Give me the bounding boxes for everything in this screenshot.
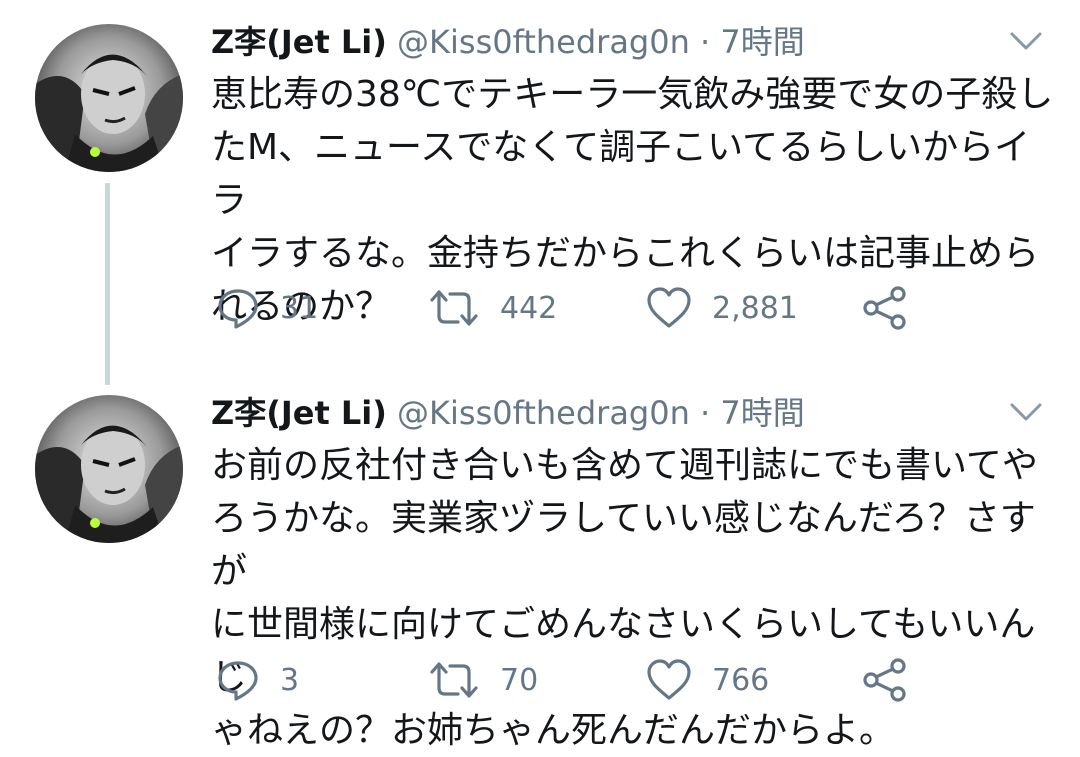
retweet-count: 70 — [500, 662, 539, 698]
retweet-button[interactable]: 70 — [428, 655, 538, 705]
tweet-text: お前の反社付き合いも含めて週刊誌にでも書いてや ろうかな。実業家ヅラしていい感じ… — [211, 445, 1038, 751]
separator-dot: · — [700, 23, 711, 61]
like-count: 2,881 — [712, 290, 798, 326]
timestamp[interactable]: 7時間 — [720, 394, 804, 432]
avatar[interactable] — [35, 24, 183, 172]
display-name[interactable]: Z李(Jet Li) — [211, 394, 387, 432]
reply-count: 31 — [280, 290, 319, 326]
retweet-icon — [428, 658, 480, 702]
separator-dot: · — [700, 394, 711, 432]
reply-button[interactable]: 31 — [216, 283, 318, 333]
share-icon — [862, 657, 908, 703]
chevron-down-icon[interactable] — [1008, 30, 1044, 52]
tweet-text: 恵比寿の38℃でテキーラ一気飲み強要で女の子殺し たM、ニュースでなくて調子こい… — [211, 74, 1054, 327]
reply-count: 3 — [280, 662, 300, 698]
display-name[interactable]: Z李(Jet Li) — [211, 23, 387, 61]
reply-button[interactable]: 3 — [216, 655, 299, 705]
retweet-button[interactable]: 442 — [428, 283, 557, 333]
tweet-header: Z李(Jet Li) @Kiss0fthedrag0n · 7時間 — [211, 22, 805, 62]
like-count: 766 — [712, 662, 770, 698]
tweet-1[interactable]: Z李(Jet Li) @Kiss0fthedrag0n · 7時間 恵比寿の38… — [0, 0, 1080, 375]
retweet-icon — [428, 286, 480, 330]
tweet-2[interactable]: Z李(Jet Li) @Kiss0fthedrag0n · 7時間 お前の反社付… — [0, 375, 1080, 751]
heart-icon — [646, 286, 692, 330]
share-icon — [862, 285, 908, 331]
tweet-header: Z李(Jet Li) @Kiss0fthedrag0n · 7時間 — [211, 393, 805, 433]
share-button[interactable] — [862, 655, 908, 705]
share-button[interactable] — [862, 283, 908, 333]
user-handle[interactable]: @Kiss0fthedrag0n — [397, 23, 690, 61]
avatar[interactable] — [35, 395, 183, 543]
like-button[interactable]: 766 — [646, 655, 769, 705]
retweet-count: 442 — [500, 290, 558, 326]
like-button[interactable]: 2,881 — [646, 283, 798, 333]
reply-icon — [216, 286, 260, 330]
user-handle[interactable]: @Kiss0fthedrag0n — [397, 394, 690, 432]
reply-icon — [216, 658, 260, 702]
heart-icon — [646, 658, 692, 702]
chevron-down-icon[interactable] — [1008, 401, 1044, 423]
timestamp[interactable]: 7時間 — [720, 23, 804, 61]
thread-connector — [105, 183, 110, 385]
